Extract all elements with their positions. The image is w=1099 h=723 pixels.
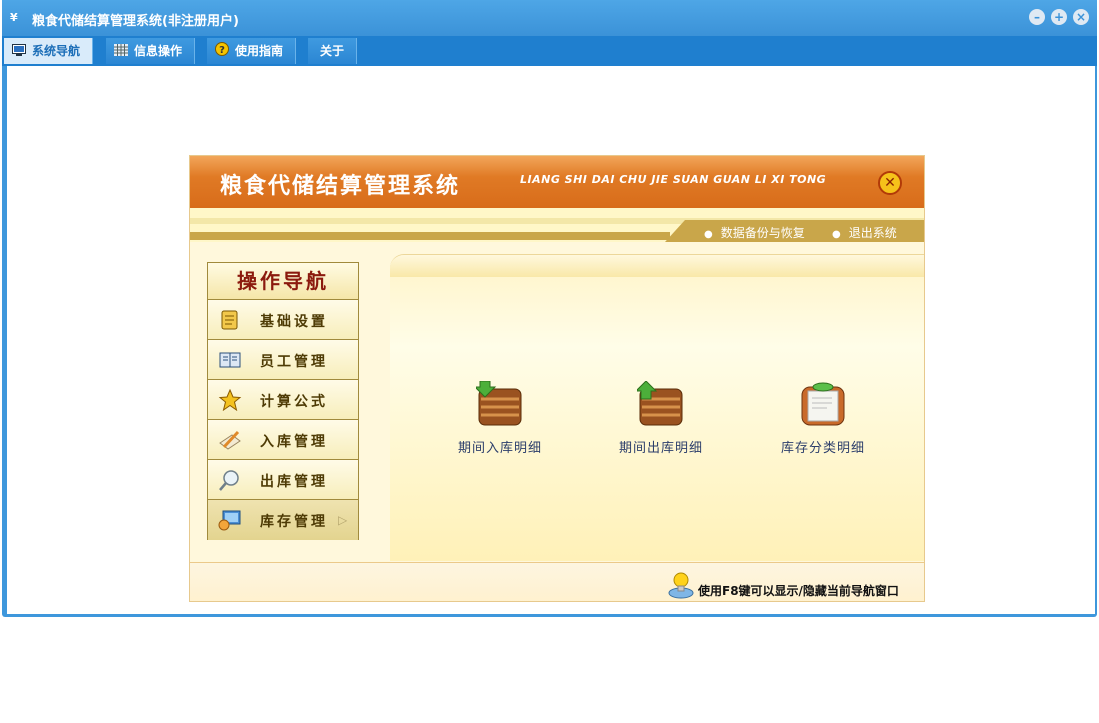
tile-outbound-detail[interactable]: 期间出库明细 <box>606 380 716 456</box>
panel-close-icon[interactable]: ✕ <box>878 171 902 195</box>
tab-system-nav[interactable]: 系统导航 <box>4 38 94 64</box>
operation-nav: 操作导航 基础设置 员工管理 计算公式 入库管理 出库管理 库存管理 ▷ <box>207 262 359 540</box>
divider <box>190 232 670 240</box>
nav-item-staff[interactable]: 员工管理 <box>208 340 358 380</box>
nav-item-inbound[interactable]: 入库管理 <box>208 420 358 460</box>
nav-item-outbound[interactable]: 出库管理 <box>208 460 358 500</box>
tab-user-guide[interactable]: ? 使用指南 <box>207 38 297 64</box>
close-icon[interactable]: × <box>1073 9 1089 25</box>
box-out-icon <box>634 380 683 426</box>
scroll-icon <box>221 310 238 330</box>
help-icon: ? <box>215 42 229 56</box>
tab-about[interactable]: 关于 <box>308 38 358 64</box>
star-icon <box>218 389 242 411</box>
tab-label: 关于 <box>320 44 345 58</box>
clipboard-icon <box>801 382 845 426</box>
nav-item-inventory[interactable]: 库存管理 ▷ <box>208 500 358 540</box>
grid-icon <box>114 44 128 56</box>
tile-label: 期间出库明细 <box>618 441 703 456</box>
magnifier-icon <box>219 470 239 491</box>
window-title: 粮食代储结算管理系统(非注册用户) <box>32 14 239 29</box>
f8-hint: 使用F8键可以显示/隐藏当前导航窗口 <box>698 584 899 598</box>
panel-title: 粮食代储结算管理系统 <box>220 174 461 199</box>
panel-subtitle: LIANG SHI DAI CHU JIE SUAN GUAN LI XI TO… <box>520 173 827 186</box>
panel-banner: 粮食代储结算管理系统 LIANG SHI DAI CHU JIE SUAN GU… <box>190 156 924 208</box>
nav-label: 计算公式 <box>260 394 328 410</box>
nav-label: 库存管理 <box>260 514 328 530</box>
nav-label: 员工管理 <box>260 354 328 370</box>
tile-inventory-category[interactable]: 库存分类明细 <box>768 381 878 456</box>
box-in-icon <box>473 380 522 426</box>
arrow-right-icon: ▷ <box>338 513 348 527</box>
tab-label: 使用指南 <box>235 44 284 58</box>
tile-label: 期间入库明细 <box>457 441 542 456</box>
monitor-icon <box>12 44 26 56</box>
function-area: 期间入库明细 期间出库明细 库存分类明细 <box>390 254 924 561</box>
nav-label: 基础设置 <box>260 314 328 330</box>
backup-restore-link[interactable]: 数据备份与恢复 <box>704 224 805 241</box>
nav-item-formula[interactable]: 计算公式 <box>208 380 358 420</box>
footer-bar: 使用F8键可以显示/隐藏当前导航窗口 <box>190 562 924 601</box>
nav-item-basic-settings[interactable]: 基础设置 <box>208 300 358 340</box>
tile-inbound-detail[interactable]: 期间入库明细 <box>445 380 555 456</box>
maximize-icon[interactable]: + <box>1051 9 1067 25</box>
title-bar: ¥ 粮食代储结算管理系统(非注册用户) – + × <box>2 0 1097 36</box>
computer-icon <box>218 510 241 531</box>
nav-panel: 粮食代储结算管理系统 LIANG SHI DAI CHU JIE SUAN GU… <box>189 155 925 602</box>
nav-label: 入库管理 <box>260 434 328 450</box>
nav-header: 操作导航 <box>208 263 358 300</box>
exit-system-link[interactable]: 退出系统 <box>832 224 897 241</box>
tab-label: 系统导航 <box>32 44 81 58</box>
minimize-icon[interactable]: – <box>1029 9 1045 25</box>
tab-info-ops[interactable]: 信息操作 <box>106 38 196 64</box>
tile-label: 库存分类明细 <box>780 441 865 456</box>
book-icon <box>219 352 241 368</box>
nav-label: 出库管理 <box>260 474 328 490</box>
pencil-icon <box>219 430 241 450</box>
app-icon: ¥ <box>10 11 18 24</box>
tab-label: 信息操作 <box>134 44 183 58</box>
menu-bar: 系统导航 信息操作 ? 使用指南 关于 <box>2 36 1097 66</box>
lightbulb-icon <box>668 572 694 599</box>
svg-text:?: ? <box>219 45 225 56</box>
